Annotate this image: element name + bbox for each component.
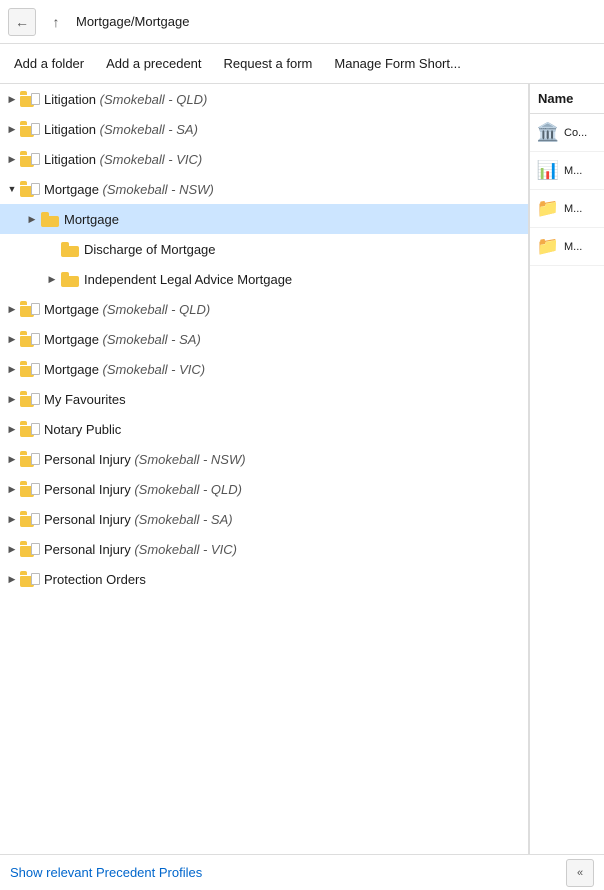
- right-item-text-4: M...: [564, 241, 582, 253]
- expand-arrow-pi-nsw: ▶: [4, 451, 20, 467]
- right-item-icon-4: 📁: [536, 235, 560, 259]
- right-item-text-3: M...: [564, 203, 582, 215]
- tree-item-mortgage-vic[interactable]: ▶ Mortgage (Smokeball - VIC): [0, 354, 528, 384]
- item-label-mortgage-qld: Mortgage (Smokeball - QLD): [44, 302, 210, 317]
- item-label-mortgage-main: Mortgage: [64, 212, 119, 227]
- nav-bar: ← ↑ Mortgage/Mortgage: [0, 0, 604, 44]
- right-item-icon-3: 📁: [536, 197, 560, 221]
- tree-item-discharge[interactable]: Discharge of Mortgage: [0, 234, 528, 264]
- folder-icon-discharge: [60, 241, 80, 257]
- expand-arrow-pi-vic: ▶: [4, 541, 20, 557]
- folder-icon-mortgage-main: [40, 211, 60, 227]
- tree-item-pi-vic[interactable]: ▶ Personal Injury (Smokeball - VIC): [0, 534, 528, 564]
- right-item-icon-2: 📊: [536, 159, 560, 183]
- right-item-3[interactable]: 📁 M...: [530, 190, 604, 228]
- right-item-4[interactable]: 📁 M...: [530, 228, 604, 266]
- item-label-mortgage-vic: Mortgage (Smokeball - VIC): [44, 362, 205, 377]
- item-label-lit-qld: Litigation (Smokeball - QLD): [44, 92, 207, 107]
- expand-arrow-mortgage-sa: ▶: [4, 331, 20, 347]
- expand-arrow-mortgage-nsw: ▼: [4, 181, 20, 197]
- bottom-bar: Show relevant Precedent Profiles «: [0, 854, 604, 890]
- item-label-mortgage-sa: Mortgage (Smokeball - SA): [44, 332, 201, 347]
- folder-icon-notary: [20, 421, 40, 437]
- folder-icon-pi-vic: [20, 541, 40, 557]
- tree-item-pi-nsw[interactable]: ▶ Personal Injury (Smokeball - NSW): [0, 444, 528, 474]
- expand-arrow-mortgage-qld: ▶: [4, 301, 20, 317]
- up-icon: ↑: [53, 14, 60, 30]
- folder-icon-mortgage-qld: [20, 301, 40, 317]
- main-area: ▶ Litigation (Smokeball - QLD)▶ Litigati…: [0, 84, 604, 890]
- nav-path: Mortgage/Mortgage: [76, 14, 596, 29]
- add-folder-button[interactable]: Add a folder: [4, 51, 94, 76]
- tree-item-mortgage-nsw[interactable]: ▼ Mortgage (Smokeball - NSW): [0, 174, 528, 204]
- expand-arrow-pi-sa: ▶: [4, 511, 20, 527]
- tree-item-mortgage-sa[interactable]: ▶ Mortgage (Smokeball - SA): [0, 324, 528, 354]
- request-form-button[interactable]: Request a form: [214, 51, 323, 76]
- tree-item-ila[interactable]: ▶ Independent Legal Advice Mortgage: [0, 264, 528, 294]
- folder-icon-lit-vic: [20, 151, 40, 167]
- right-panel: Name 🏛️ Co... 📊 M... 📁 M... 📁 M...: [529, 84, 604, 890]
- expand-arrow-my-fav: ▶: [4, 391, 20, 407]
- expand-arrow-lit-qld: ▶: [4, 91, 20, 107]
- expand-arrow-pi-qld: ▶: [4, 481, 20, 497]
- item-label-pi-vic: Personal Injury (Smokeball - VIC): [44, 542, 237, 557]
- tree-item-lit-sa[interactable]: ▶ Litigation (Smokeball - SA): [0, 114, 528, 144]
- right-item-2[interactable]: 📊 M...: [530, 152, 604, 190]
- tree-item-my-fav[interactable]: ▶ My Favourites: [0, 384, 528, 414]
- up-button[interactable]: ↑: [42, 8, 70, 36]
- item-label-discharge: Discharge of Mortgage: [84, 242, 216, 257]
- tree-item-notary[interactable]: ▶ Notary Public: [0, 414, 528, 444]
- item-label-ila: Independent Legal Advice Mortgage: [84, 272, 292, 287]
- item-label-my-fav: My Favourites: [44, 392, 126, 407]
- folder-icon-mortgage-nsw: [20, 181, 40, 197]
- show-relevant-link[interactable]: Show relevant Precedent Profiles: [10, 865, 202, 880]
- right-panel-header: Name: [530, 84, 604, 114]
- toolbar: Add a folder Add a precedent Request a f…: [0, 44, 604, 84]
- expand-arrow-notary: ▶: [4, 421, 20, 437]
- expand-arrow-mortgage-main: ▶: [24, 211, 40, 227]
- folder-icon-mortgage-vic: [20, 361, 40, 377]
- right-item-1[interactable]: 🏛️ Co...: [530, 114, 604, 152]
- tree-item-mortgage-main[interactable]: ▶ Mortgage: [0, 204, 528, 234]
- item-label-protection: Protection Orders: [44, 572, 146, 587]
- item-label-pi-qld: Personal Injury (Smokeball - QLD): [44, 482, 242, 497]
- folder-icon-pi-nsw: [20, 451, 40, 467]
- folder-icon-pi-sa: [20, 511, 40, 527]
- expand-arrow-mortgage-vic: ▶: [4, 361, 20, 377]
- manage-form-short-button[interactable]: Manage Form Short...: [324, 51, 470, 76]
- folder-icon-my-fav: [20, 391, 40, 407]
- expand-arrow-lit-vic: ▶: [4, 151, 20, 167]
- tree-panel[interactable]: ▶ Litigation (Smokeball - QLD)▶ Litigati…: [0, 84, 529, 890]
- expand-arrow-discharge: [44, 241, 60, 257]
- folder-icon-lit-sa: [20, 121, 40, 137]
- back-icon: ←: [15, 14, 29, 30]
- folder-icon-mortgage-sa: [20, 331, 40, 347]
- right-item-text-1: Co...: [564, 127, 587, 139]
- expand-arrow-ila: ▶: [44, 271, 60, 287]
- expand-arrow-protection: ▶: [4, 571, 20, 587]
- item-label-pi-nsw: Personal Injury (Smokeball - NSW): [44, 452, 246, 467]
- folder-icon-protection: [20, 571, 40, 587]
- item-label-notary: Notary Public: [44, 422, 121, 437]
- tree-item-pi-sa[interactable]: ▶ Personal Injury (Smokeball - SA): [0, 504, 528, 534]
- tree-item-mortgage-qld[interactable]: ▶ Mortgage (Smokeball - QLD): [0, 294, 528, 324]
- tree-item-protection[interactable]: ▶ Protection Orders: [0, 564, 528, 594]
- folder-icon-pi-qld: [20, 481, 40, 497]
- item-label-lit-vic: Litigation (Smokeball - VIC): [44, 152, 202, 167]
- folder-icon-ila: [60, 271, 80, 287]
- folder-icon-lit-qld: [20, 91, 40, 107]
- right-item-text-2: M...: [564, 165, 582, 177]
- expand-arrow-lit-sa: ▶: [4, 121, 20, 137]
- collapse-button[interactable]: «: [566, 859, 594, 887]
- tree-item-lit-vic[interactable]: ▶ Litigation (Smokeball - VIC): [0, 144, 528, 174]
- add-precedent-button[interactable]: Add a precedent: [96, 51, 211, 76]
- tree-item-pi-qld[interactable]: ▶ Personal Injury (Smokeball - QLD): [0, 474, 528, 504]
- item-label-mortgage-nsw: Mortgage (Smokeball - NSW): [44, 182, 214, 197]
- item-label-pi-sa: Personal Injury (Smokeball - SA): [44, 512, 233, 527]
- right-item-icon-1: 🏛️: [536, 121, 560, 145]
- tree-item-lit-qld[interactable]: ▶ Litigation (Smokeball - QLD): [0, 84, 528, 114]
- item-label-lit-sa: Litigation (Smokeball - SA): [44, 122, 198, 137]
- back-button[interactable]: ←: [8, 8, 36, 36]
